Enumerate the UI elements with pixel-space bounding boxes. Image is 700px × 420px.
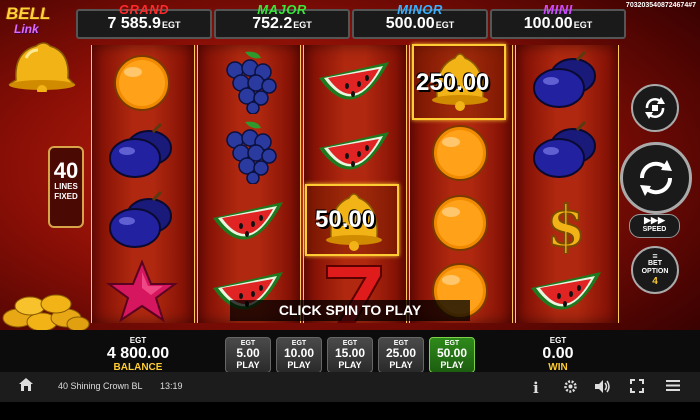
menu-icon[interactable] xyxy=(666,379,680,396)
plum-icon xyxy=(109,190,172,248)
bet-play-label: PLAY xyxy=(440,360,464,370)
jackpot-label: MAJOR xyxy=(257,2,307,17)
bet-value: 10.00 xyxy=(283,346,315,360)
jackpot-label: GRAND xyxy=(118,2,170,17)
lines-label: LINES xyxy=(54,182,78,191)
svg-text:$: $ xyxy=(547,194,586,254)
jackpot-minor: MINOR 500.00EGT xyxy=(352,2,488,39)
bet-button[interactable]: EGT 25.00 PLAY xyxy=(378,337,424,373)
bell-prize-value: 50.00 xyxy=(315,206,376,233)
plum-icon xyxy=(109,122,172,178)
status-message: CLICK SPIN TO PLAY xyxy=(230,300,470,321)
game-name: 40 Shining Crown BL xyxy=(58,381,143,391)
bet-value: 50.00 xyxy=(436,346,468,360)
coin-stack-icon: ≡ xyxy=(652,251,658,261)
orange-icon xyxy=(432,125,488,181)
autoplay-icon xyxy=(645,97,665,119)
watermelon-icon xyxy=(213,202,283,240)
orange-icon xyxy=(432,195,488,251)
logo-line1: BELL xyxy=(6,4,51,23)
spin-button[interactable] xyxy=(620,142,692,214)
coins-decoration-icon xyxy=(2,294,90,332)
bet-button-active[interactable]: EGT 50.00 PLAY xyxy=(429,337,475,373)
jackpot-label: MINI xyxy=(543,2,573,17)
jackpot-value: 7 585.9 xyxy=(107,15,161,32)
watermelon-icon xyxy=(319,62,389,100)
bet-button[interactable]: EGT 5.00 PLAY xyxy=(225,337,271,373)
bet-play-label: PLAY xyxy=(236,360,260,370)
clock: 13:19 xyxy=(160,381,183,391)
jackpot-currency: EGT xyxy=(161,20,181,30)
balance-value: 4 800.00 xyxy=(106,345,170,362)
jackpot-label: MINOR xyxy=(397,2,443,17)
lines-fixed-indicator: 40 LINES FIXED xyxy=(48,146,84,228)
bet-value: 25.00 xyxy=(385,346,417,360)
bet-play-label: PLAY xyxy=(287,360,311,370)
home-icon[interactable] xyxy=(18,377,34,396)
grapes-icon xyxy=(226,121,277,184)
jackpot-value: 752.2 xyxy=(252,15,293,32)
win-display: EGT 0.00 WIN xyxy=(510,336,606,373)
bet-value: 5.00 xyxy=(236,346,260,360)
plum-icon xyxy=(533,120,596,178)
logo-line2: Link xyxy=(14,22,39,36)
spin-icon xyxy=(639,160,673,196)
jackpot-currency: EGT xyxy=(573,20,593,30)
sound-icon[interactable] xyxy=(594,379,611,398)
grapes-icon xyxy=(226,51,277,114)
bet-value: 15.00 xyxy=(334,346,366,360)
bet-button[interactable]: EGT 10.00 PLAY xyxy=(276,337,322,373)
jackpot-major: MAJOR 752.2EGT xyxy=(214,2,350,39)
balance-currency: EGT xyxy=(129,336,147,345)
bet-option-label2: OPTION xyxy=(641,268,669,275)
jackpot-mini: MINI 100.00EGT xyxy=(490,2,626,39)
jackpot-grand: GRAND 7 585.9EGT xyxy=(76,2,212,39)
star-icon xyxy=(105,259,179,323)
lines-fixed-label: FIXED xyxy=(54,192,78,201)
bet-play-label: PLAY xyxy=(338,360,362,370)
bet-option-label: BET xyxy=(648,260,662,267)
bet-play-label: PLAY xyxy=(389,360,413,370)
bell-prize-value: 250.00 xyxy=(416,69,490,96)
plum-icon xyxy=(533,50,596,108)
game-id: 7032035408724674#7 xyxy=(625,2,696,9)
footer-strip xyxy=(0,402,700,420)
jackpot-value: 500.00 xyxy=(385,15,435,32)
bell-decoration-icon xyxy=(8,42,76,92)
settings-icon[interactable] xyxy=(563,379,578,398)
speed-button[interactable]: ▶▶▶ SPEED xyxy=(629,214,680,238)
autoplay-button[interactable] xyxy=(631,84,679,132)
watermelon-icon xyxy=(531,272,601,310)
info-icon[interactable]: i xyxy=(533,379,539,397)
dollar-icon: $ xyxy=(546,193,587,254)
orange-icon xyxy=(114,55,170,111)
jackpot-currency: EGT xyxy=(435,20,455,30)
lines-count: 40 xyxy=(53,158,79,183)
bet-option-button[interactable]: ≡ BET OPTION 4 xyxy=(631,246,679,294)
jackpot-currency: EGT xyxy=(293,20,312,30)
balance-display: EGT 4 800.00 BALANCE xyxy=(90,336,186,373)
speed-label: SPEED xyxy=(642,226,667,233)
fullscreen-icon[interactable] xyxy=(630,379,644,397)
fast-forward-icon: ▶▶▶ xyxy=(644,215,665,225)
watermelon-icon xyxy=(319,132,389,170)
bet-button[interactable]: EGT 15.00 PLAY xyxy=(327,337,373,373)
win-value: 0.00 xyxy=(542,345,574,362)
bet-option-value: 4 xyxy=(652,276,658,287)
win-currency: EGT xyxy=(549,336,567,345)
jackpot-value: 100.00 xyxy=(523,15,573,32)
